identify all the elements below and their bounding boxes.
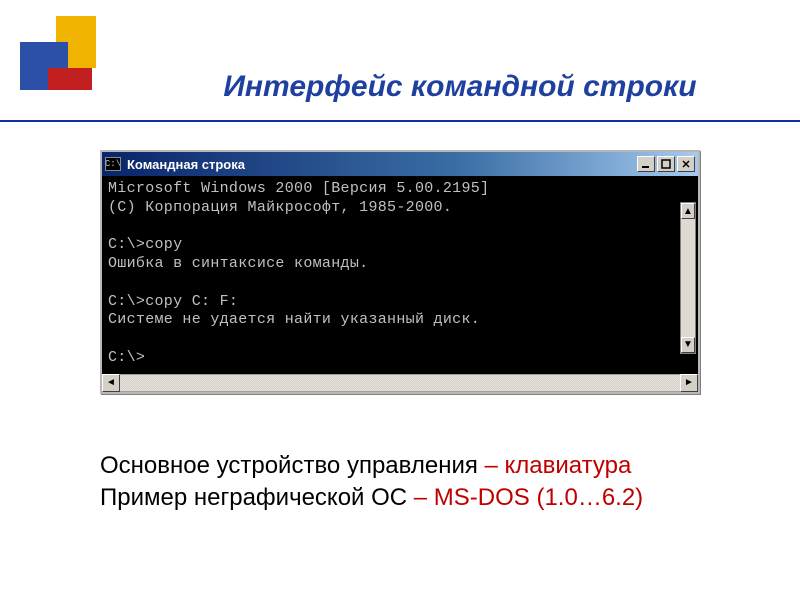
caption-line-1: Основное устройство управления – клавиат… — [100, 450, 720, 482]
close-button[interactable] — [677, 156, 695, 172]
maximize-icon — [661, 159, 671, 169]
caption-2-black: Пример неграфической ОС — [100, 484, 414, 511]
scrollbar-horizontal[interactable]: ◄ ► — [102, 374, 698, 392]
terminal-output[interactable]: Microsoft Windows 2000 [Версия 5.00.2195… — [102, 176, 680, 374]
scroll-left-button[interactable]: ◄ — [102, 374, 120, 392]
close-icon — [681, 159, 691, 169]
caption-line-2: Пример неграфической ОС – MS-DOS (1.0…6.… — [100, 482, 720, 514]
deco-square-red — [48, 68, 92, 90]
scroll-down-button[interactable]: ▼ — [681, 337, 695, 353]
caption-2-red: – MS-DOS (1.0…6.2) — [414, 484, 643, 511]
caption: Основное устройство управления – клавиат… — [100, 450, 720, 515]
window-title: Командная строка — [125, 157, 633, 172]
titlebar[interactable]: C:\ Командная строка — [102, 152, 698, 176]
slide-title: Интерфейс командной строки — [150, 70, 770, 104]
console-window: C:\ Командная строка Microsoft Windows 2… — [100, 150, 700, 394]
minimize-icon — [641, 159, 651, 169]
title-divider — [0, 120, 800, 122]
caption-1-red: – клавиатура — [485, 452, 632, 479]
scrollbar-vertical[interactable]: ▲ ▼ — [680, 202, 696, 354]
caption-1-black: Основное устройство управления — [100, 452, 485, 479]
window-controls — [637, 156, 695, 172]
decoration-squares — [10, 16, 130, 126]
terminal-area: Microsoft Windows 2000 [Версия 5.00.2195… — [102, 176, 698, 374]
scroll-track-vertical[interactable] — [681, 219, 695, 337]
minimize-button[interactable] — [637, 156, 655, 172]
cmd-icon: C:\ — [105, 157, 121, 171]
maximize-button[interactable] — [657, 156, 675, 172]
scroll-up-button[interactable]: ▲ — [681, 203, 695, 219]
scroll-track-horizontal[interactable] — [120, 374, 680, 392]
scroll-right-button[interactable]: ► — [680, 374, 698, 392]
